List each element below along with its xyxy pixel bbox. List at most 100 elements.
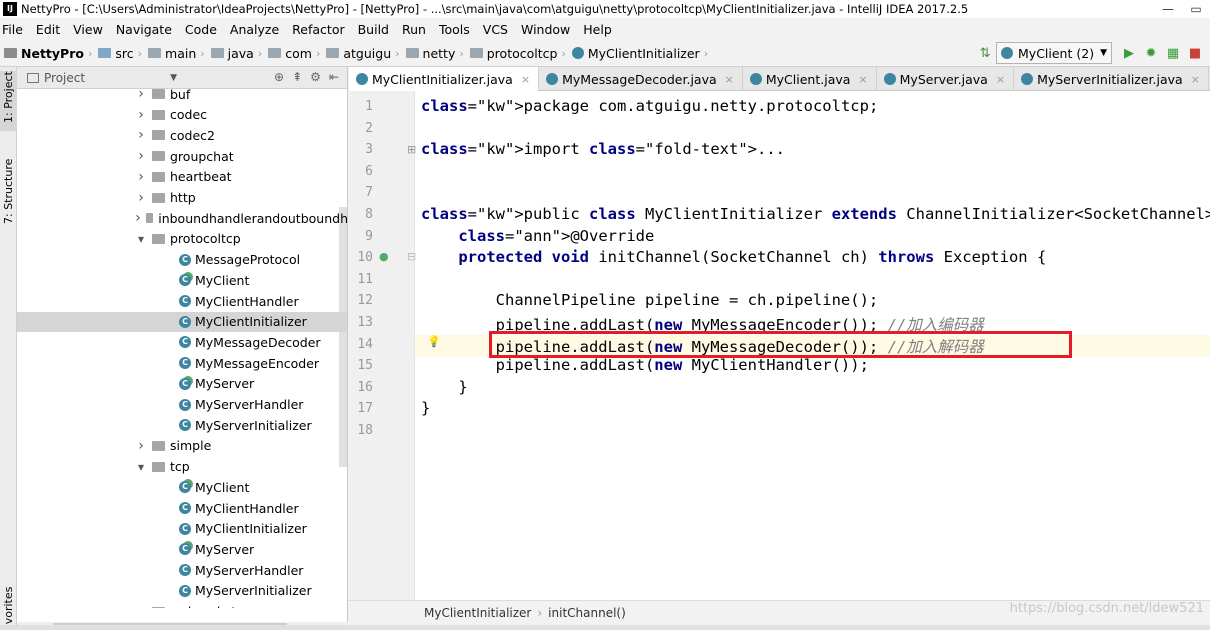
tree-item-myserverhandler[interactable]: C MyServerHandler [17,560,347,580]
breadcrumb-src[interactable]: src › [98,46,148,61]
tree-item-myserverinitializer[interactable]: C MyServerInitializer [17,581,347,601]
chevron-down-icon[interactable]: ▼ [170,73,177,83]
code-line-1[interactable]: class="kw">package com.atguigu.netty.pro… [421,97,878,115]
menu-view[interactable]: View [73,22,109,37]
menu-help[interactable]: Help [583,22,618,37]
tree-item-myclient[interactable]: C MyClient [17,477,347,497]
tree-item-mymessageencoder[interactable]: C MyMessageEncoder [17,353,347,373]
menu-code[interactable]: Code [185,22,223,37]
run-icon[interactable]: ▶ [1118,42,1140,64]
chevron-down-icon[interactable]: ▾ [134,460,148,474]
tree-item-codec2[interactable]: › codec2 [17,125,347,145]
project-panel-title[interactable]: Project [44,71,85,85]
close-icon[interactable]: × [858,73,867,86]
chevron-right-icon[interactable]: › [134,107,148,123]
tree-item-myclientinitializer[interactable]: C MyClientInitializer [17,311,347,332]
tree-item-http[interactable]: › http [17,188,347,208]
tree-item-groupchat[interactable]: › groupchat [17,146,347,166]
tree-item-heartbeat[interactable]: › heartbeat [17,167,347,187]
tree-item-buf[interactable]: › buf [17,89,347,104]
close-icon[interactable]: × [996,73,1005,86]
editor-tab-mymessagedecoder[interactable]: MyMessageDecoder.java × [539,67,743,91]
chevron-right-icon[interactable]: › [134,127,148,143]
breadcrumb-main[interactable]: main › [148,46,211,61]
build-project-icon[interactable]: ⇅ [974,42,996,64]
tree-item-inboundhandlerandoutboundh[interactable]: › inboundhandlerandoutboundh [17,208,347,228]
breadcrumb-netty[interactable]: netty › [405,46,470,61]
structure-tool-tab[interactable]: 7: Structure [0,159,17,239]
code-line-16[interactable]: } [421,378,467,396]
menu-file[interactable]: File [2,22,29,37]
menu-run[interactable]: Run [402,22,432,37]
menu-vcs[interactable]: VCS [483,22,514,37]
tree-item-myserverinitializer[interactable]: C MyServerInitializer [17,415,347,435]
breadcrumb-java[interactable]: java › [210,46,269,61]
tree-item-myclienthandler[interactable]: C MyClientHandler [17,291,347,311]
tree-item-myclient[interactable]: C MyClient [17,270,347,290]
menu-window[interactable]: Window [521,22,576,37]
breadcrumb-com[interactable]: com › [268,46,326,61]
tree-item-simple[interactable]: › simple [17,436,347,456]
run-configuration-select[interactable]: MyClient (2) ▼ [996,42,1112,64]
chevron-right-icon[interactable]: › [134,438,148,454]
chevron-right-icon[interactable]: › [134,190,148,206]
tree-item-myserver[interactable]: C MyServer [17,539,347,559]
collapse-all-icon[interactable]: ⇞ [292,70,302,84]
tree-item-tcp[interactable]: ▾ tcp [17,457,347,477]
close-icon[interactable]: × [725,73,734,86]
chevron-right-icon[interactable]: › [134,210,142,226]
tree-item-myserverhandler[interactable]: C MyServerHandler [17,395,347,415]
tree-item-websocket[interactable]: › websocket [17,602,347,609]
fold-collapse-icon[interactable]: ⊟ [407,250,416,263]
override-method-icon[interactable]: ● [379,250,389,263]
code-line-8[interactable]: class="kw">public class MyClientInitiali… [421,205,1210,223]
close-icon[interactable]: × [1191,73,1200,86]
breadcrumb-atguigu[interactable]: atguigu › [326,46,405,61]
chevron-right-icon[interactable]: › [134,604,148,609]
menu-build[interactable]: Build [358,22,395,37]
chevron-down-icon[interactable]: ▾ [134,232,148,246]
editor-tab-myserver[interactable]: MyServer.java × [877,67,1015,91]
code-line-15[interactable]: pipeline.addLast(new MyClientHandler()); [421,356,869,374]
minimize-icon[interactable]: — [1154,0,1182,18]
chevron-right-icon[interactable]: › [134,148,148,164]
coverage-icon[interactable]: ▦ [1162,42,1184,64]
menu-analyze[interactable]: Analyze [230,22,285,37]
project-tool-tab[interactable]: 1: Project [0,71,17,131]
debug-icon[interactable]: ✹ [1140,42,1162,64]
code-line-9[interactable]: class="ann">@Override [421,227,654,245]
tree-item-mymessagedecoder[interactable]: C MyMessageDecoder [17,332,347,352]
settings-gear-icon[interactable]: ⚙ [310,70,321,84]
breadcrumb-nettypro[interactable]: NettyPro › [4,46,98,61]
tree-item-myserver[interactable]: C MyServer [17,374,347,394]
hide-panel-icon[interactable]: ⇤ [329,70,339,84]
fold-expand-icon[interactable]: ⊞ [407,143,416,156]
breadcrumb-myclientinitializer[interactable]: MyClientInitializer › [571,46,714,61]
tree-item-protocoltcp[interactable]: ▾ protocoltcp [17,229,347,249]
scroll-from-source-icon[interactable]: ⊕ [274,70,284,84]
breadcrumb-protocoltcp[interactable]: protocoltcp › [469,46,572,61]
code-line-12[interactable]: ChannelPipeline pipeline = ch.pipeline()… [421,291,879,309]
chevron-right-icon[interactable]: › [134,169,148,185]
editor-tab-myserverinitializer[interactable]: MyServerInitializer.java × [1014,67,1209,91]
menu-edit[interactable]: Edit [36,22,66,37]
tree-item-messageprotocol[interactable]: C MessageProtocol [17,250,347,270]
menu-navigate[interactable]: Navigate [116,22,178,37]
tree-item-myclientinitializer[interactable]: C MyClientInitializer [17,519,347,539]
favorites-tool-tab[interactable]: avorites [0,587,17,630]
breadcrumb-method[interactable]: initChannel() [548,606,626,620]
menu-refactor[interactable]: Refactor [292,22,350,37]
code-line-3[interactable]: class="kw">import class="fold-text">... [421,140,785,158]
tree-item-myclienthandler[interactable]: C MyClientHandler [17,498,347,518]
tree-item-codec[interactable]: › codec [17,105,347,125]
editor-tab-myclient[interactable]: MyClient.java × [743,67,877,91]
close-icon[interactable]: × [521,73,530,86]
window-restore-icon[interactable]: ▭ [1182,0,1210,18]
chevron-right-icon[interactable]: › [134,89,148,102]
editor-tab-myclientinitializer[interactable]: MyClientInitializer.java × [349,67,540,91]
code-line-10[interactable]: protected void initChannel(SocketChannel… [421,248,1046,266]
code-line-17[interactable]: } [421,399,430,417]
stop-icon[interactable]: ■ [1184,42,1206,64]
breadcrumb-class[interactable]: MyClientInitializer [424,606,531,620]
intention-bulb-icon[interactable]: 💡 [427,335,441,348]
